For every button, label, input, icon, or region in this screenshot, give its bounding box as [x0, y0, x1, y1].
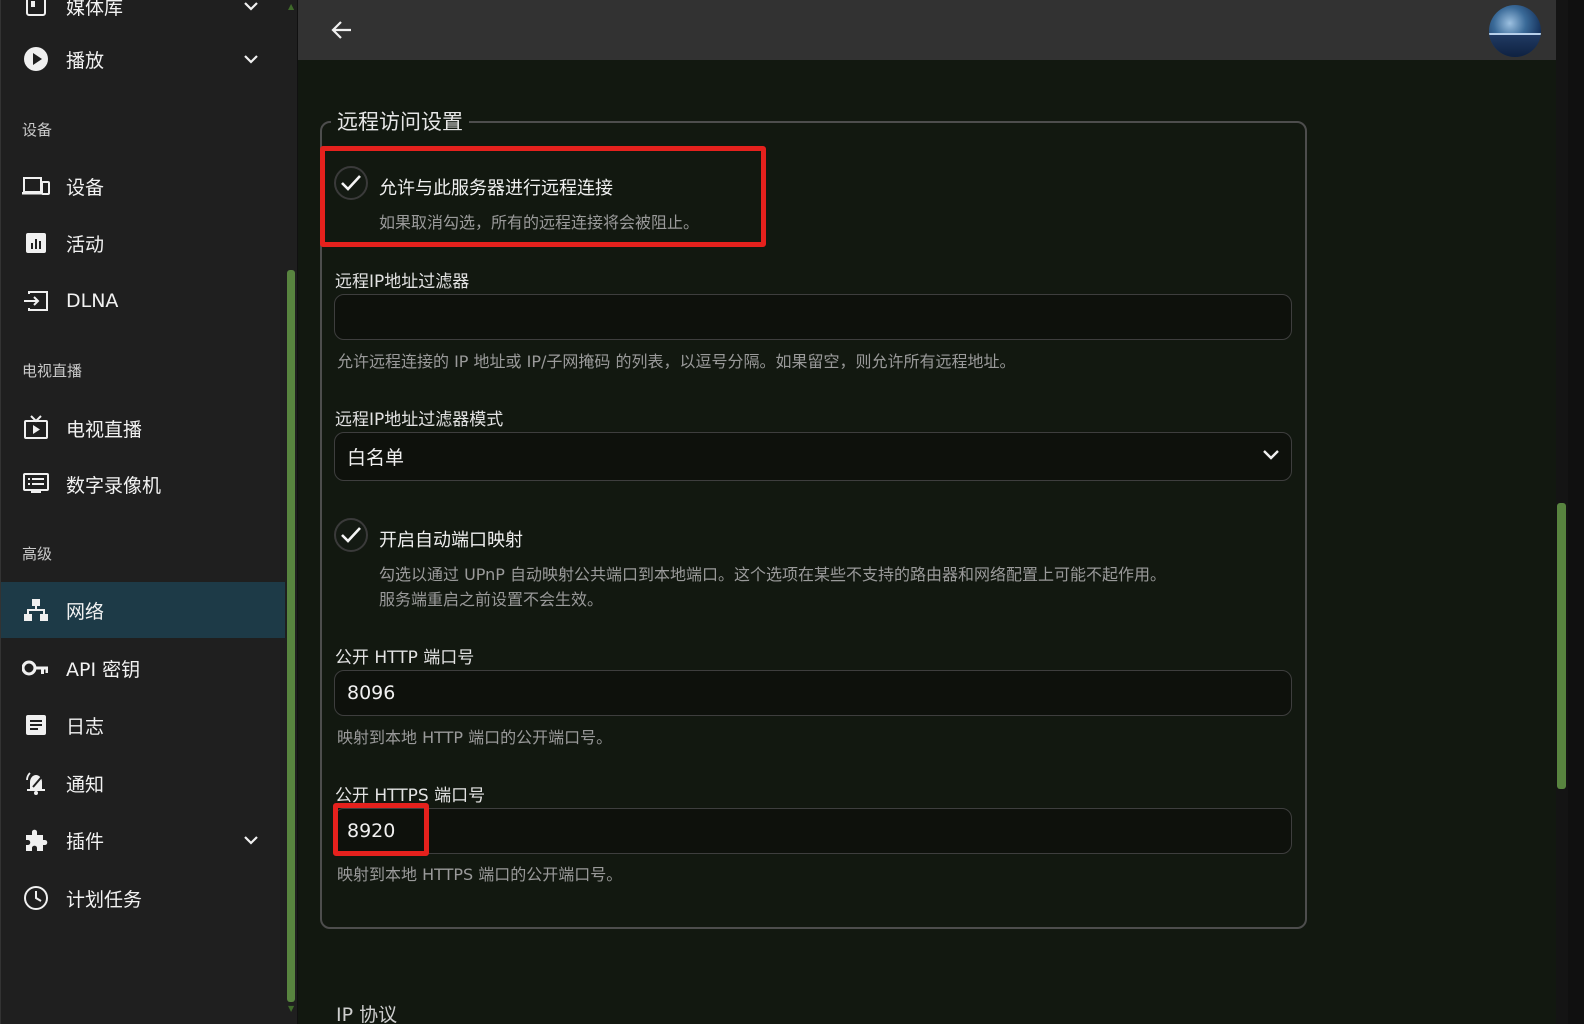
upnp-checkbox[interactable]	[334, 518, 368, 552]
activity-icon	[22, 229, 50, 257]
sidebar-item-scheduled-tasks[interactable]: 计划任务	[1, 870, 285, 926]
chevron-down-icon[interactable]	[241, 0, 261, 16]
ip-filter-helper: 允许远程连接的 IP 地址或 IP/子网掩码 的列表，以逗号分隔。如果留空，则允…	[337, 352, 1016, 371]
sidebar-item-activity[interactable]: 活动	[1, 215, 285, 271]
chevron-down-icon	[1260, 443, 1282, 465]
sidebar-item-playback[interactable]: 播放	[1, 31, 285, 87]
sidebar-item-label: API 密钥	[66, 658, 141, 681]
section-header-live-tv: 电视直播	[22, 362, 83, 380]
top-bar	[298, 0, 1568, 60]
checkmark-icon	[341, 527, 361, 543]
main-scrollbar[interactable]	[1557, 503, 1566, 789]
sidebar-scrollbar[interactable]	[287, 270, 295, 1002]
sidebar-item-label: DLNA	[66, 290, 119, 312]
dlna-icon	[22, 287, 50, 315]
sidebar-item-plugins[interactable]: 插件	[1, 812, 285, 868]
http-port-helper: 映射到本地 HTTP 端口的公开端口号。	[337, 728, 613, 747]
sidebar-item-label: 活动	[66, 233, 105, 256]
key-icon	[22, 654, 50, 682]
sidebar-item-live-tv[interactable]: 电视直播	[1, 400, 285, 456]
ip-filter-label: 远程IP地址过滤器	[335, 272, 470, 292]
library-icon	[22, 0, 50, 20]
notification-icon	[22, 769, 50, 797]
devices-icon	[22, 172, 50, 200]
upnp-helper-line2: 服务端重启之前设置不会生效。	[379, 590, 604, 609]
https-port-input[interactable]: 8920	[334, 808, 1292, 854]
logs-icon	[22, 711, 50, 739]
ip-filter-input[interactable]	[334, 294, 1292, 340]
network-icon	[22, 596, 50, 624]
section-header-advanced: 高级	[22, 545, 53, 563]
sidebar: 媒体库 播放 设备 设备 活动 DLNA 电视直播 电视直播 数字录像机 高级 …	[0, 0, 297, 1024]
sidebar-item-devices[interactable]: 设备	[1, 158, 285, 214]
fieldset-legend: 远程访问设置	[331, 106, 469, 136]
plugin-icon	[22, 826, 50, 854]
sidebar-item-notifications[interactable]: 通知	[1, 755, 285, 811]
section-header-devices: 设备	[22, 121, 53, 139]
next-section-legend: IP 协议	[336, 1004, 398, 1024]
sidebar-item-network[interactable]: 网络	[1, 582, 285, 638]
sidebar-item-label: 媒体库	[66, 0, 124, 19]
ip-filter-mode-label: 远程IP地址过滤器模式	[335, 410, 504, 430]
https-port-helper: 映射到本地 HTTPS 端口的公开端口号。	[337, 865, 623, 884]
play-icon	[22, 45, 50, 73]
sidebar-item-label: 通知	[66, 773, 105, 796]
scroll-up-arrow-icon[interactable]: ▲	[288, 3, 294, 11]
chevron-down-icon[interactable]	[241, 830, 261, 850]
sidebar-item-label: 计划任务	[66, 888, 143, 911]
http-port-input[interactable]: 8096	[334, 670, 1292, 716]
upnp-helper-line1: 勾选以通过 UPnP 自动映射公共端口到本地端口。这个选项在某些不支持的路由器和…	[379, 565, 1167, 584]
user-avatar[interactable]	[1489, 5, 1541, 57]
sidebar-item-label: 网络	[66, 600, 105, 623]
dvr-icon	[22, 470, 50, 498]
highlight-box-https-port	[333, 803, 429, 856]
sidebar-item-label: 插件	[66, 830, 105, 853]
sidebar-item-api-keys[interactable]: API 密钥	[1, 640, 285, 696]
live-tv-icon	[22, 414, 50, 442]
sidebar-item-label: 日志	[66, 715, 105, 738]
back-button[interactable]	[328, 16, 356, 44]
ip-filter-mode-select[interactable]: 白名单	[334, 432, 1292, 481]
sidebar-item-dlna[interactable]: DLNA	[1, 273, 285, 329]
clock-icon	[22, 884, 50, 912]
sidebar-item-label: 数字录像机	[66, 474, 162, 497]
sidebar-item-logs[interactable]: 日志	[1, 697, 285, 753]
sidebar-item-label: 播放	[66, 49, 105, 72]
http-port-label: 公开 HTTP 端口号	[335, 648, 475, 668]
back-arrow-icon	[331, 21, 351, 39]
highlight-box-allow-remote	[320, 146, 766, 247]
sidebar-item-label: 电视直播	[66, 418, 143, 441]
upnp-label: 开启自动端口映射	[379, 530, 523, 551]
scroll-down-arrow-icon[interactable]: ▼	[288, 1005, 294, 1013]
sidebar-item-media-library[interactable]: 媒体库	[1, 0, 285, 34]
sidebar-item-label: 设备	[66, 176, 105, 199]
sidebar-item-dvr[interactable]: 数字录像机	[1, 456, 285, 512]
chevron-down-icon[interactable]	[241, 49, 261, 69]
